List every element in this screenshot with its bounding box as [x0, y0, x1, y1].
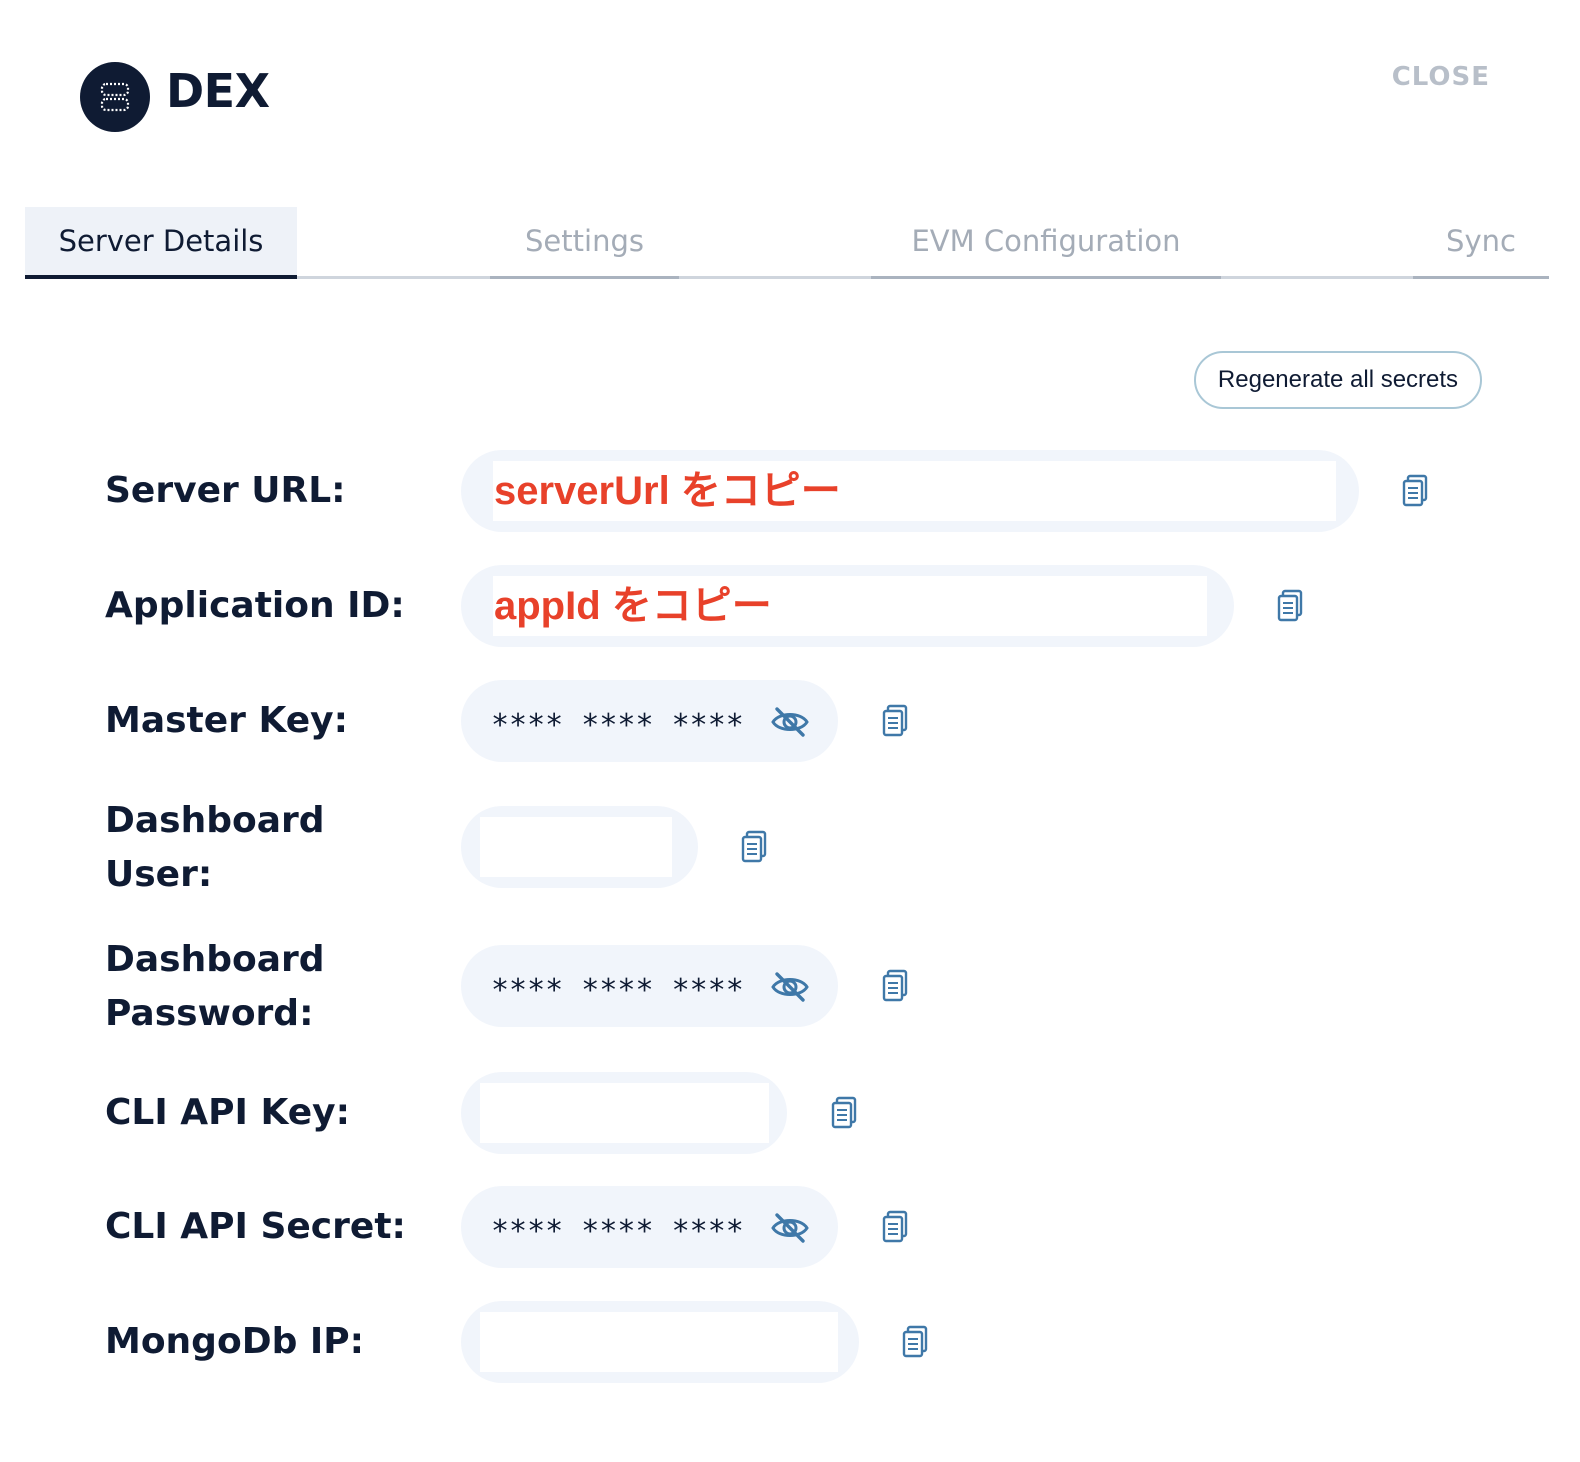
tab-sync[interactable]: Sync: [1413, 207, 1549, 279]
master-key-value: **** **** ****: [491, 708, 744, 743]
eye-off-icon[interactable]: [770, 706, 810, 738]
copy-icon[interactable]: [882, 1210, 910, 1244]
application-id-value: appId をコピー: [494, 584, 772, 628]
server-details-modal: DEX CLOSE Server Details Settings EVM Co…: [0, 0, 1580, 1462]
dashboard-user-label: Dashboard User:: [105, 794, 435, 902]
cli-api-key-field[interactable]: [461, 1072, 787, 1154]
dashboard-user-label-line1: Dashboard: [105, 800, 325, 841]
cli-api-key-label: CLI API Key:: [105, 1092, 351, 1133]
copy-icon[interactable]: [1277, 589, 1305, 623]
copy-icon[interactable]: [1402, 474, 1430, 508]
close-button[interactable]: CLOSE: [1392, 62, 1490, 92]
dashboard-password-label: Dashboard Password:: [105, 933, 435, 1041]
cli-api-secret-value: **** **** ****: [491, 1214, 744, 1249]
master-key-field[interactable]: **** **** ****: [461, 680, 838, 762]
dashboard-password-label-line1: Dashboard: [105, 939, 325, 980]
mongodb-ip-label: MongoDb IP:: [105, 1321, 365, 1362]
dashboard-password-field[interactable]: **** **** ****: [461, 945, 838, 1027]
tab-bar: Server Details Settings EVM Configuratio…: [25, 207, 1549, 279]
server-url-field[interactable]: serverUrl をコピー: [461, 450, 1359, 532]
copy-icon[interactable]: [882, 704, 910, 738]
app-title: DEX: [166, 64, 270, 118]
tab-settings[interactable]: Settings: [490, 207, 679, 279]
application-id-label: Application ID:: [105, 585, 405, 626]
dashboard-user-label-line2: User:: [105, 854, 213, 895]
dashboard-password-value: **** **** ****: [491, 973, 744, 1008]
cli-api-secret-label: CLI API Secret:: [105, 1206, 406, 1247]
cli-api-secret-field[interactable]: **** **** ****: [461, 1186, 838, 1268]
application-id-field[interactable]: appId をコピー: [461, 565, 1234, 647]
regenerate-secrets-button[interactable]: Regenerate all secrets: [1194, 351, 1482, 409]
dashboard-user-field[interactable]: [461, 806, 698, 888]
server-url-value: serverUrl をコピー: [494, 469, 841, 513]
server-url-label: Server URL:: [105, 470, 346, 511]
mongodb-ip-field[interactable]: [461, 1301, 859, 1383]
copy-icon[interactable]: [902, 1325, 930, 1359]
dashboard-password-label-line2: Password:: [105, 993, 314, 1034]
copy-icon[interactable]: [831, 1096, 859, 1130]
copy-icon[interactable]: [741, 830, 769, 864]
eye-off-icon[interactable]: [770, 971, 810, 1003]
tab-server-details[interactable]: Server Details: [25, 207, 297, 279]
master-key-label: Master Key:: [105, 700, 348, 741]
copy-icon[interactable]: [882, 969, 910, 1003]
tab-evm-configuration[interactable]: EVM Configuration: [871, 207, 1221, 279]
server-logo-icon: [80, 62, 150, 132]
eye-off-icon[interactable]: [770, 1212, 810, 1244]
